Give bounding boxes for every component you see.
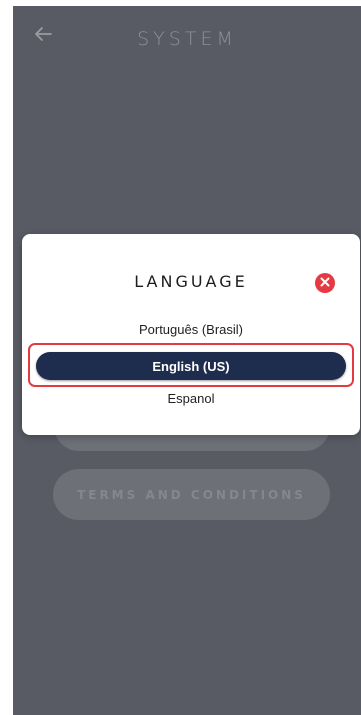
language-option-portuguese[interactable]: Português (Brasil) (22, 322, 360, 337)
language-modal: LANGUAGE Português (Brasil) English (US)… (22, 234, 360, 435)
language-option-spanish[interactable]: Espanol (22, 391, 360, 406)
language-option-english[interactable]: English (US) (36, 352, 346, 380)
page-title: SYSTEM (137, 28, 237, 50)
modal-title: LANGUAGE (134, 272, 248, 291)
close-button[interactable] (315, 273, 335, 293)
terms-and-conditions-button[interactable]: TERMS AND CONDITIONS (53, 469, 330, 520)
close-icon (320, 274, 330, 292)
app-header: SYSTEM (13, 6, 361, 70)
